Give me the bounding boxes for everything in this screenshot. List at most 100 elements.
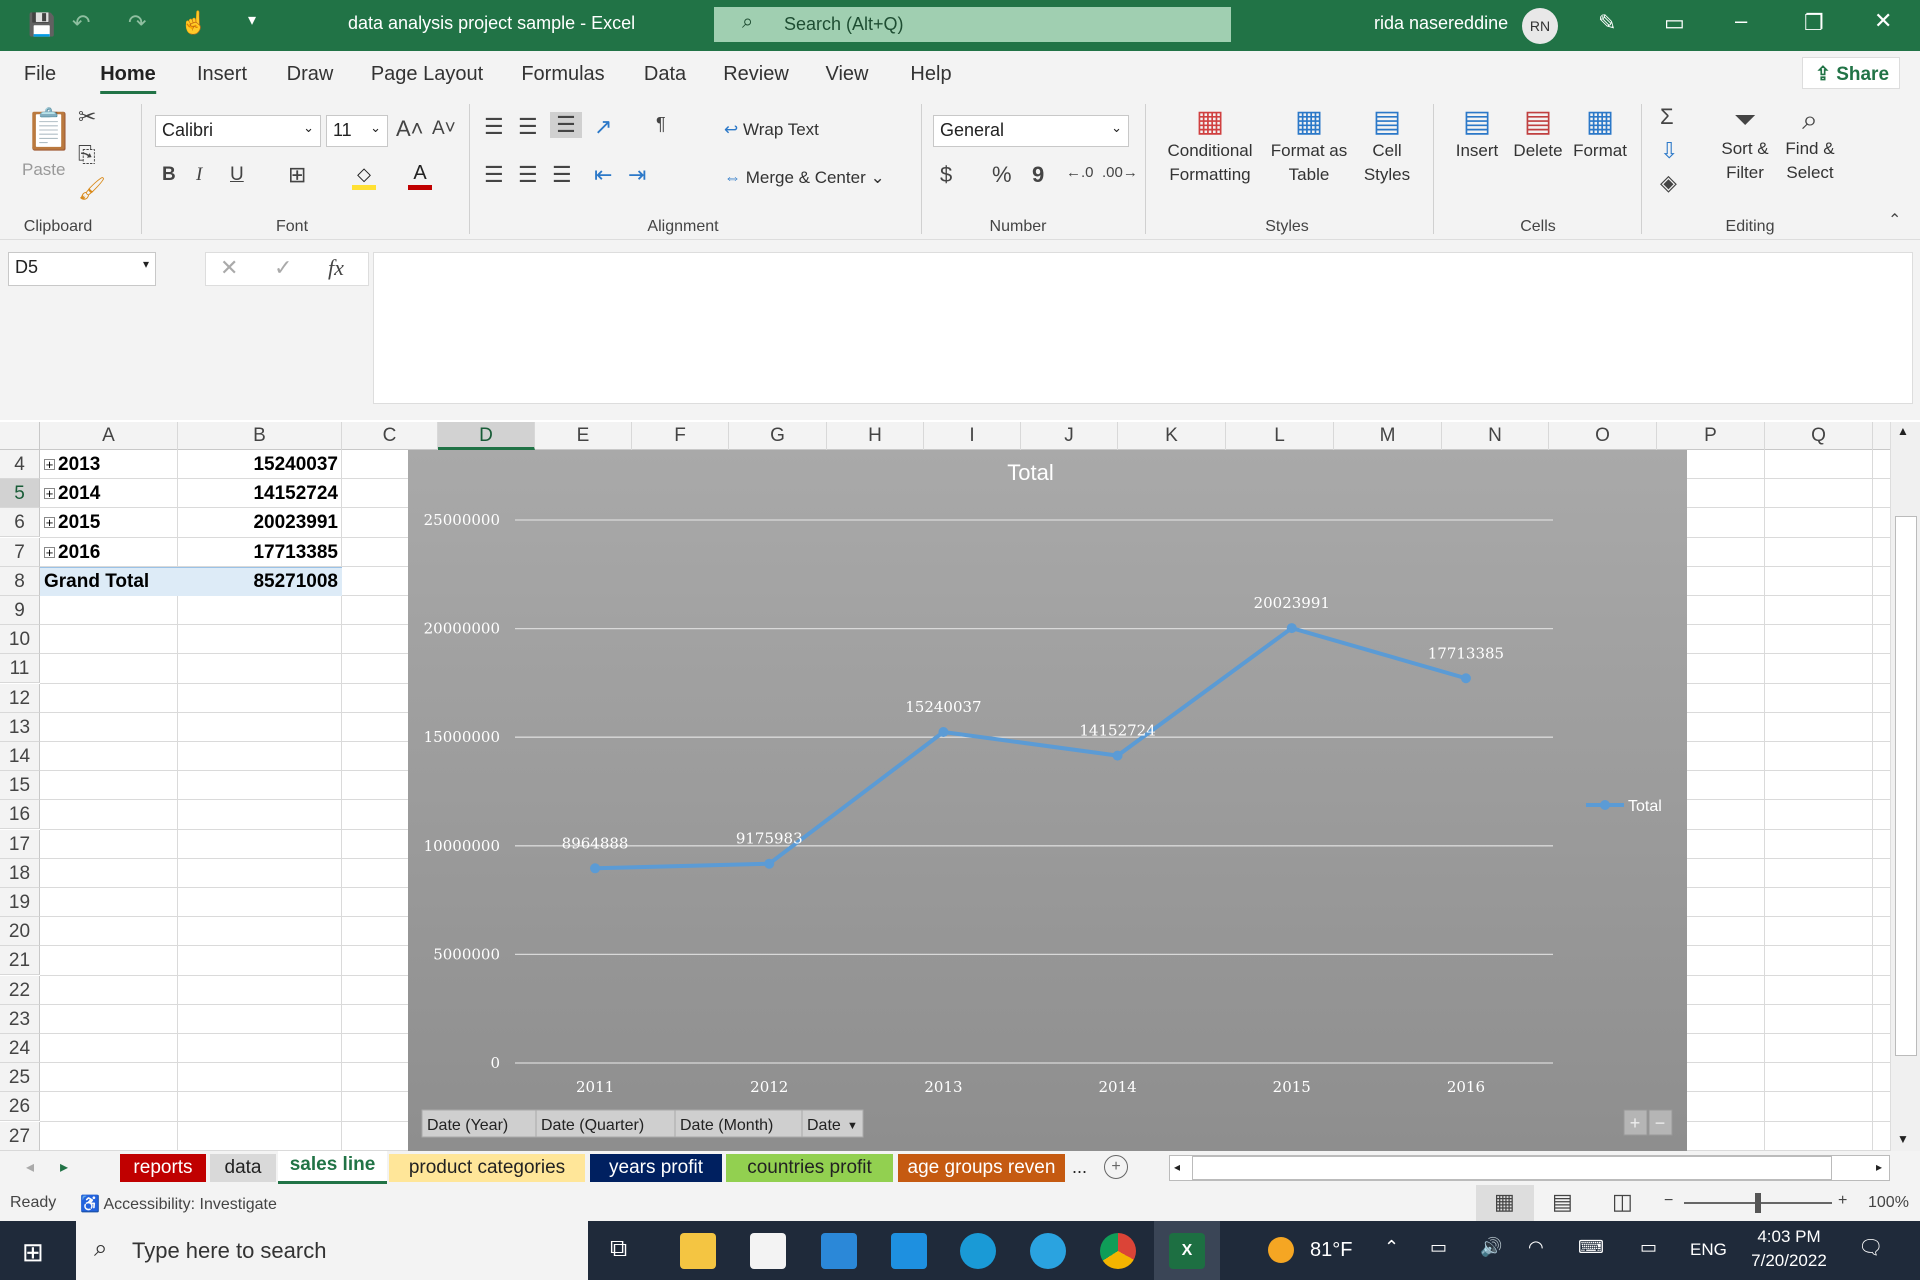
row-header-11[interactable]: 11 [0, 654, 40, 684]
enter-icon[interactable]: ✓ [274, 255, 292, 281]
grand-total-label[interactable]: Grand Total [44, 567, 149, 596]
expand-icon[interactable]: + [44, 546, 55, 559]
align-middle-icon[interactable]: ☰ [518, 114, 538, 140]
row-header-26[interactable]: 26 [0, 1092, 40, 1122]
vertical-scroll-thumb[interactable] [1895, 516, 1917, 1056]
merge-center-button[interactable]: ⇔ Merge & Center ⌄ [724, 166, 885, 190]
text-direction-icon[interactable]: ¶ [656, 114, 666, 135]
align-center-icon[interactable]: ☰ [518, 162, 538, 188]
row-header-19[interactable]: 19 [0, 888, 40, 917]
column-header-i[interactable]: I [924, 422, 1021, 450]
select-all-button[interactable] [0, 422, 40, 450]
decrease-font-icon[interactable]: A˅ [432, 118, 456, 140]
notifications-icon[interactable]: 🗨 [1858, 1235, 1883, 1260]
number-format-select[interactable]: General ⌄ [933, 115, 1129, 147]
format-cells-button[interactable]: ▦ Format [1570, 104, 1630, 163]
format-as-table-button[interactable]: ▦ Format as Table [1262, 104, 1356, 187]
sheet-tab-reports[interactable]: reports [120, 1154, 206, 1182]
row-header-23[interactable]: 23 [0, 1004, 40, 1034]
vertical-scrollbar[interactable]: ▲ ▼ [1890, 422, 1920, 1151]
show-hidden-icons[interactable]: ⌃ [1384, 1237, 1399, 1258]
legend-label[interactable]: Total [1628, 798, 1662, 815]
taskbar-search[interactable]: ⌕ Type here to search [76, 1221, 588, 1280]
data-point[interactable] [938, 726, 949, 737]
row-header-8[interactable]: 8 [0, 566, 40, 596]
sheet-tab-years-profit[interactable]: years profit [590, 1154, 722, 1182]
wifi-icon[interactable]: ◠ [1528, 1237, 1544, 1258]
edge-icon[interactable] [960, 1233, 996, 1269]
whiteboard-icon[interactable] [891, 1233, 927, 1269]
copy-icon[interactable]: ⎘ [78, 142, 96, 168]
tab-formulas[interactable]: Formulas [521, 63, 604, 86]
volume-icon[interactable]: 🔊 [1480, 1237, 1502, 1258]
pivot-row-value[interactable]: 20023991 [178, 508, 338, 537]
mail-icon[interactable] [821, 1233, 857, 1269]
horizontal-scrollbar[interactable]: ◂ ▸ [1169, 1155, 1890, 1181]
conditional-formatting-button[interactable]: ▦ Conditional Formatting [1160, 104, 1260, 187]
row-header-15[interactable]: 15 [0, 771, 40, 801]
more-sheets[interactable]: ... [1072, 1157, 1087, 1178]
row-header-6[interactable]: 6 [0, 508, 40, 538]
data-point[interactable] [1112, 750, 1123, 761]
column-header-k[interactable]: K [1118, 422, 1226, 450]
scroll-up-icon[interactable]: ▲ [1897, 424, 1909, 438]
normal-view-button[interactable]: ▦ [1476, 1185, 1534, 1221]
column-header-c[interactable]: C [342, 422, 438, 450]
touch-mode-icon[interactable]: ☝ [180, 10, 207, 36]
expand-icon[interactable]: + [44, 516, 55, 529]
field-button[interactable]: Date (Year)▼ [421, 1109, 555, 1138]
wrap-text-button[interactable]: ↩ Wrap Text [724, 118, 819, 142]
clock[interactable]: 4:03 PM 7/20/2022 [1746, 1227, 1832, 1271]
expand-icon[interactable]: + [44, 487, 55, 500]
fill-color-icon[interactable]: ◇ [352, 164, 376, 190]
column-header-a[interactable]: A [40, 422, 178, 450]
row-header-25[interactable]: 25 [0, 1063, 40, 1093]
autosum-button[interactable]: Σ [1660, 104, 1674, 130]
pivot-row-value[interactable]: 14152724 [178, 479, 338, 508]
column-header-h[interactable]: H [827, 422, 924, 450]
delete-cells-button[interactable]: ▤ Delete [1508, 104, 1568, 163]
task-view-icon[interactable]: ⧉ [610, 1235, 627, 1263]
zoom-slider-thumb[interactable] [1755, 1193, 1761, 1213]
zoom-in-button[interactable]: + [1838, 1192, 1847, 1210]
tab-review[interactable]: Review [723, 63, 789, 86]
paste-icon[interactable]: 📋 [24, 106, 74, 153]
cancel-icon[interactable]: ✕ [220, 255, 238, 281]
next-sheet-icon[interactable]: ▸ [60, 1157, 68, 1177]
field-button[interactable]: Date (Quarter)▼ [535, 1109, 698, 1138]
expand-field-button[interactable]: + [1623, 1109, 1648, 1136]
bold-button[interactable]: B [162, 164, 176, 186]
row-header-7[interactable]: 7 [0, 537, 40, 567]
column-header-o[interactable]: O [1549, 422, 1657, 450]
align-top-icon[interactable]: ☰ [484, 114, 504, 140]
pivot-row-label[interactable]: +2013 [44, 450, 100, 479]
align-bottom-icon[interactable]: ☰ [550, 112, 582, 138]
avatar[interactable]: RN [1522, 8, 1558, 44]
share-button[interactable]: ⇪ Share [1802, 57, 1900, 89]
font-size-select[interactable]: 11 ⌄ [326, 115, 388, 147]
tab-data[interactable]: Data [644, 63, 686, 86]
row-header-24[interactable]: 24 [0, 1034, 40, 1063]
ribbon-display-icon[interactable]: ▭ [1664, 10, 1685, 36]
tab-help[interactable]: Help [910, 63, 951, 86]
chrome-icon[interactable] [1100, 1233, 1136, 1269]
row-header-14[interactable]: 14 [0, 742, 40, 771]
minimize-button[interactable]: – [1735, 8, 1747, 34]
formula-input[interactable] [373, 252, 1913, 404]
pivot-chart[interactable]: Total 0 5000000 10000000 15000000 20000000 250… [408, 450, 1687, 1151]
sheet-tab-data[interactable]: data [210, 1154, 276, 1182]
battery-icon[interactable]: ▭ [1430, 1237, 1447, 1258]
align-right-icon[interactable]: ☰ [552, 162, 572, 188]
accessibility-button[interactable]: ♿ Accessibility: Investigate [80, 1194, 277, 1214]
column-header-l[interactable]: L [1226, 422, 1334, 450]
add-sheet-button[interactable]: + [1104, 1155, 1128, 1179]
pivot-row-value[interactable]: 15240037 [178, 450, 338, 479]
data-point[interactable] [764, 858, 775, 869]
find-select-button[interactable]: ⌕ Find & Select [1776, 104, 1844, 185]
row-header-5[interactable]: 5 [0, 479, 40, 509]
increase-font-icon[interactable]: A˄ [396, 116, 424, 142]
zoom-level[interactable]: 100% [1868, 1194, 1909, 1212]
italic-button[interactable]: I [196, 164, 202, 186]
increase-decimal-icon[interactable]: ←.0 [1066, 164, 1094, 181]
cell-styles-button[interactable]: ▤ Cell Styles [1352, 104, 1422, 187]
